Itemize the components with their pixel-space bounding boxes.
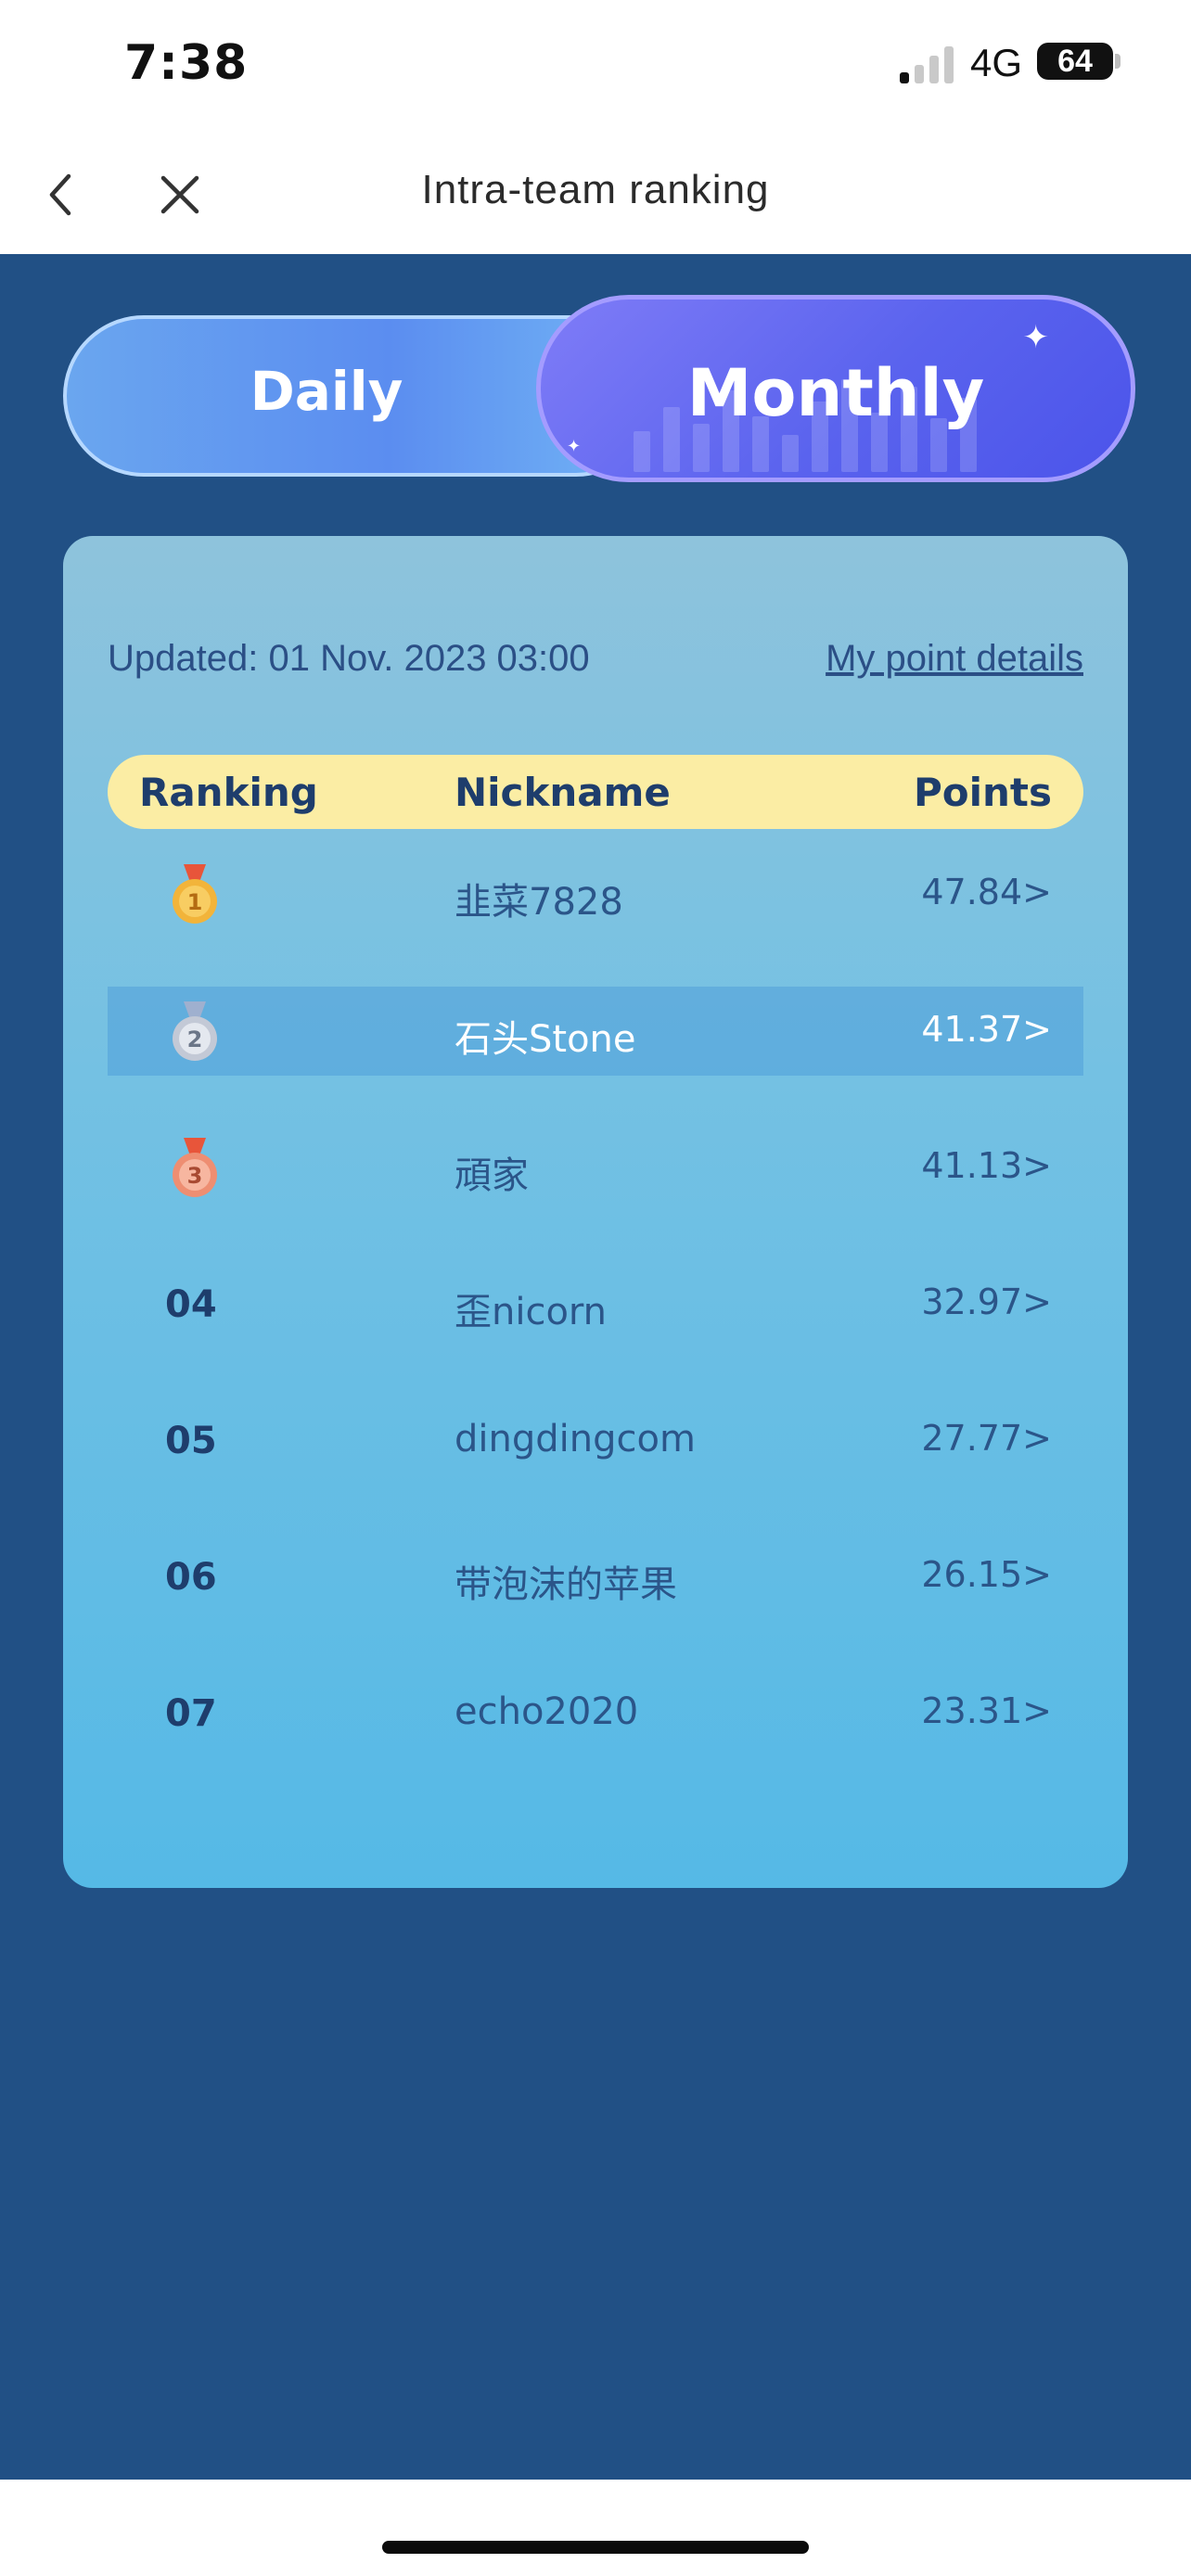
my-point-details-link[interactable]: My point details xyxy=(826,638,1083,680)
table-header: Ranking Nickname Points xyxy=(108,755,1083,829)
home-indicator-area xyxy=(0,2480,1191,2576)
tab-monthly[interactable]: ✦ ✦ Monthly xyxy=(536,295,1135,482)
period-tabs: Daily ✦ ✦ Monthly xyxy=(63,295,1135,482)
row-points[interactable]: 41.37> xyxy=(921,1009,1052,1050)
tab-daily-label: Daily xyxy=(250,360,403,423)
battery-cap xyxy=(1115,54,1121,69)
header-points: Points xyxy=(913,770,1052,815)
battery-icon: 64 xyxy=(1037,43,1113,80)
svg-text:2: 2 xyxy=(187,1027,203,1052)
row-rank: 07 xyxy=(165,1692,217,1735)
bronze-medal-icon: 3 xyxy=(173,1138,217,1197)
row-points[interactable]: 47.84> xyxy=(921,872,1052,912)
row-nickname: echo2020 xyxy=(455,1690,639,1733)
signal-icon xyxy=(900,46,954,83)
main-content: Daily ✦ ✦ Monthly Updated: 01 Nov. 2023 … xyxy=(0,254,1191,2480)
row-nickname: 带泡沫的苹果 xyxy=(455,1563,677,1606)
row-points[interactable]: 23.31> xyxy=(921,1690,1052,1731)
row-rank: 06 xyxy=(165,1556,217,1599)
row-nickname: 歪nicorn xyxy=(455,1291,608,1333)
home-indicator[interactable] xyxy=(382,2541,809,2554)
status-bar: 7:38 4G 64 xyxy=(0,0,1191,139)
page-title: Intra-team ranking xyxy=(421,167,770,212)
silver-medal-icon: 2 xyxy=(173,1001,217,1061)
svg-text:3: 3 xyxy=(187,1163,203,1189)
ranking-card: Updated: 01 Nov. 2023 03:00 My point det… xyxy=(63,536,1128,1888)
row-nickname: 石头Stone xyxy=(455,1018,636,1061)
row-points[interactable]: 26.15> xyxy=(921,1554,1052,1595)
row-points[interactable]: 41.13> xyxy=(921,1145,1052,1186)
sparkle-icon: ✦ xyxy=(1022,319,1050,356)
tab-monthly-label: Monthly xyxy=(686,355,985,431)
row-rank: 04 xyxy=(165,1283,217,1326)
table-row[interactable]: 07 echo2020 23.31> xyxy=(108,1668,1083,1757)
network-type: 4G xyxy=(970,41,1023,84)
table-row[interactable]: 05 dingdingcom 27.77> xyxy=(108,1396,1083,1485)
header-nickname: Nickname xyxy=(455,770,671,815)
row-nickname: 韭菜7828 xyxy=(455,881,623,924)
row-nickname: 頑家 xyxy=(455,1154,529,1197)
table-row[interactable]: 2 石头Stone 41.37> xyxy=(108,987,1083,1076)
row-nickname: dingdingcom xyxy=(455,1418,696,1460)
sparkle-icon: ✦ xyxy=(567,437,582,456)
status-time: 7:38 xyxy=(124,35,249,91)
row-points[interactable]: 32.97> xyxy=(921,1282,1052,1322)
table-row[interactable]: 1 韭菜7828 47.84> xyxy=(108,849,1083,938)
gold-medal-icon: 1 xyxy=(173,864,217,924)
row-points[interactable]: 27.77> xyxy=(921,1418,1052,1459)
table-row[interactable]: 04 歪nicorn 32.97> xyxy=(108,1259,1083,1348)
table-row[interactable]: 3 頑家 41.13> xyxy=(108,1123,1083,1212)
nav-bar: Intra-team ranking xyxy=(0,139,1191,254)
table-row[interactable]: 06 带泡沫的苹果 26.15> xyxy=(108,1532,1083,1621)
header-ranking: Ranking xyxy=(139,770,318,815)
svg-text:1: 1 xyxy=(187,889,203,915)
updated-timestamp: Updated: 01 Nov. 2023 03:00 xyxy=(108,638,590,679)
row-rank: 05 xyxy=(165,1420,217,1462)
